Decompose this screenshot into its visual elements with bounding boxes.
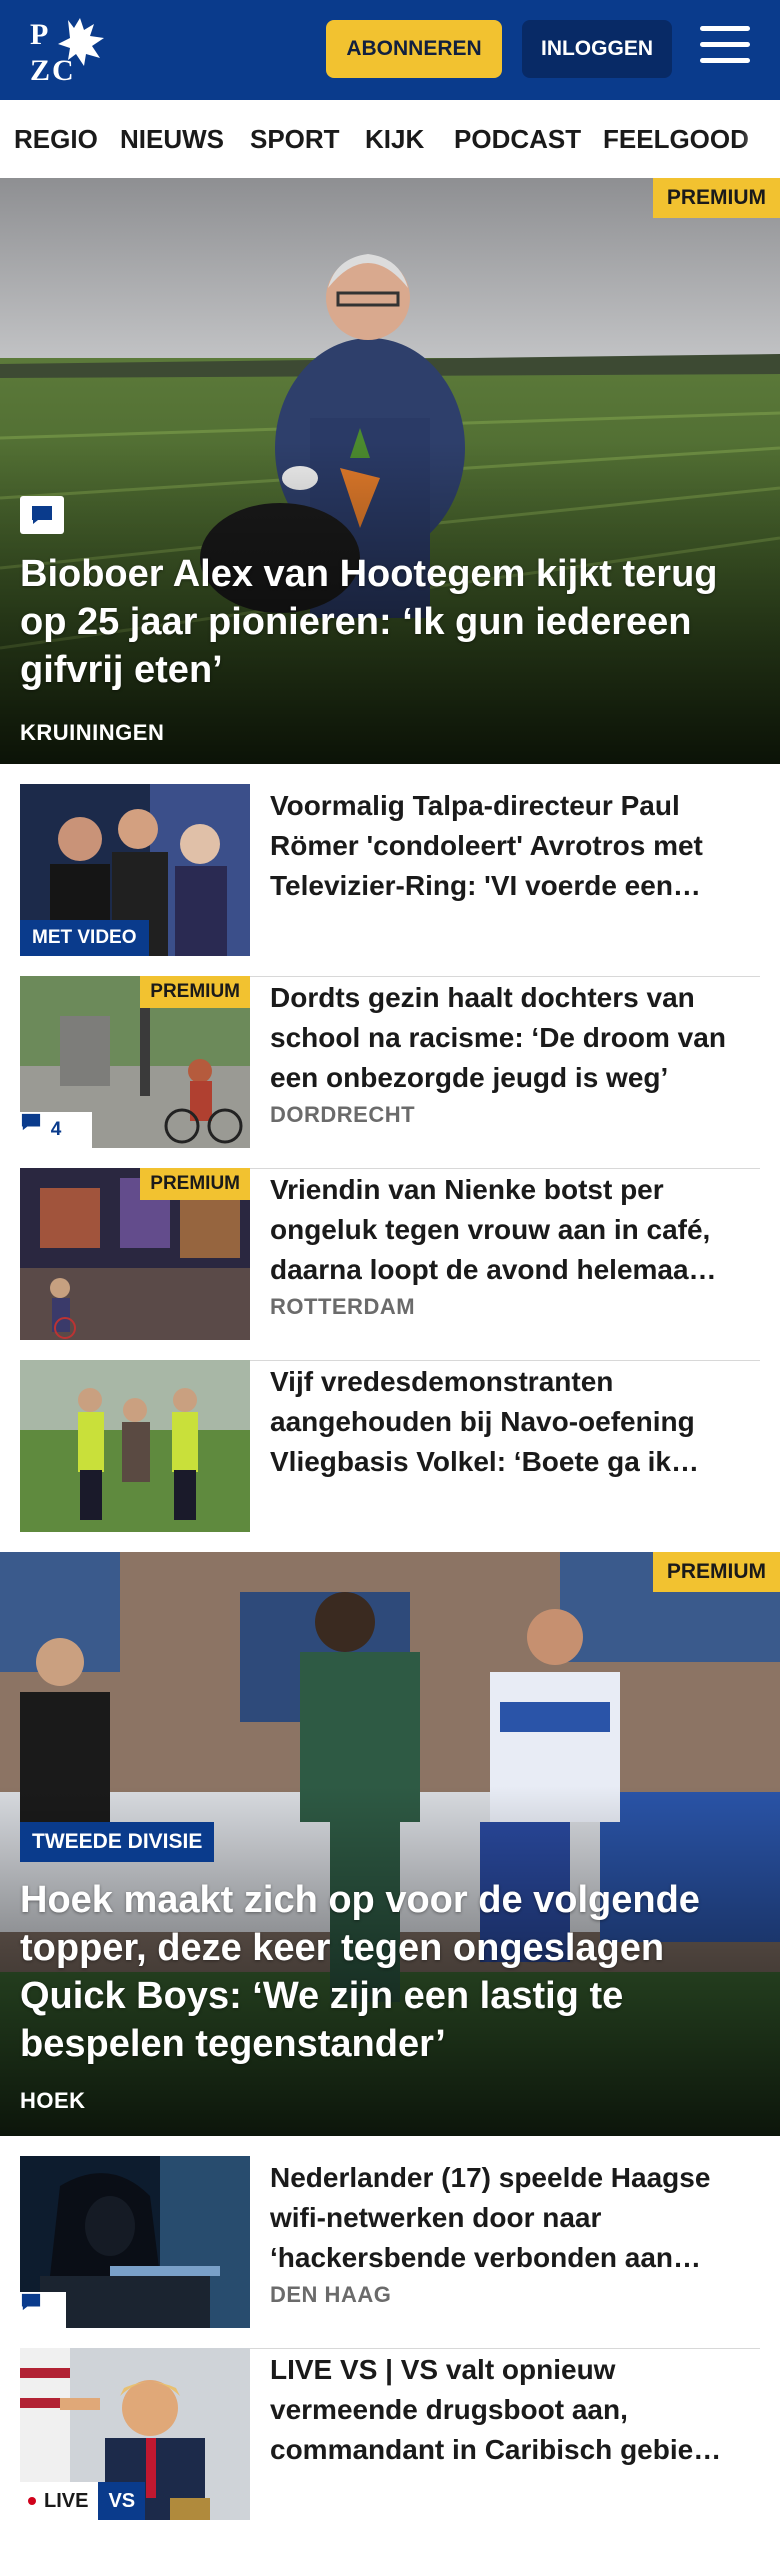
list-item-vriendin-nienke[interactable]: PREMIUM Vriendin van Nienke botst per on…	[20, 1168, 760, 1361]
video-badge: MET VIDEO	[20, 920, 149, 956]
hamburger-menu-icon[interactable]	[700, 26, 750, 72]
live-dot-icon	[28, 2497, 36, 2505]
login-button[interactable]: INLOGGEN	[522, 20, 672, 78]
category-badge[interactable]: TWEEDE DIVISIE	[20, 1822, 215, 1862]
thumbnail: PREMIUM 4	[20, 976, 250, 1148]
article-location: ROTTERDAM	[270, 1294, 416, 1319]
article-location: DORDRECHT	[270, 1102, 416, 1127]
vs-label: VS	[98, 2482, 146, 2520]
thumbnail: MET VIDEO	[20, 784, 250, 956]
nav-item-podcast[interactable]: PODCAST	[454, 124, 581, 155]
thumbnail: PREMIUM	[20, 1168, 250, 1340]
section-nav: REGIO NIEUWS SPORT KIJK PODCAST FEELGOOD	[0, 100, 780, 179]
article-title[interactable]: Nederlander (17) speelde Haagse wifi-net…	[270, 2158, 760, 2278]
hero-title[interactable]: Bioboer Alex van Hootegem kijkt terug op…	[20, 550, 750, 694]
premium-badge: PREMIUM	[652, 1552, 780, 1592]
svg-text:Z: Z	[30, 54, 50, 87]
nav-item-feelgood[interactable]: FEELGOOD	[603, 124, 749, 155]
site-header: P Z C ABONNEREN INLOGGEN	[0, 0, 780, 100]
nav-item-kijk[interactable]: KIJK	[365, 124, 424, 155]
nav-scroll-fade	[740, 100, 780, 178]
comment-icon	[20, 2292, 66, 2328]
comment-icon	[20, 496, 64, 534]
hero-article-bioboer[interactable]: PREMIUM Bioboer Alex van Hootegem kijkt …	[0, 178, 780, 764]
hero-location: HOEK	[20, 2088, 86, 2113]
nav-item-sport[interactable]: SPORT	[250, 124, 340, 155]
premium-badge: PREMIUM	[140, 976, 250, 1008]
article-title[interactable]: Dordts gezin haalt dochters van school n…	[270, 978, 760, 1098]
article-title[interactable]: Vijf vredesdemonstranten aangehouden bij…	[270, 1362, 760, 1482]
nav-item-regio[interactable]: REGIO	[14, 124, 98, 155]
article-title[interactable]: Voormalig Talpa-directeur Paul Römer 'co…	[270, 786, 760, 906]
premium-badge: PREMIUM	[140, 1168, 250, 1200]
comment-count-badge: 4	[20, 1112, 92, 1148]
list-item-dordts-gezin[interactable]: PREMIUM 4 Dordts gezin haalt dochters va…	[20, 976, 760, 1169]
article-location: DEN HAAG	[270, 2282, 392, 2307]
hero-location: KRUININGEN	[20, 720, 165, 745]
subscribe-button[interactable]: ABONNEREN	[326, 20, 502, 78]
hero-article-hoek[interactable]: PREMIUM TWEEDE DIVISIE Hoek maakt zich o…	[0, 1552, 780, 2136]
list-item-romer[interactable]: MET VIDEO Voormalig Talpa-directeur Paul…	[20, 784, 760, 977]
live-label: LIVE	[20, 2482, 99, 2520]
comment-icon	[21, 1113, 41, 1131]
list-item-vredesdemonstranten[interactable]: Vijf vredesdemonstranten aangehouden bij…	[20, 1360, 760, 1553]
comment-count: 4	[50, 1119, 62, 1140]
list-item-hackersbende[interactable]: Nederlander (17) speelde Haagse wifi-net…	[20, 2156, 760, 2349]
svg-text:C: C	[52, 54, 74, 87]
thumbnail: LIVE VS	[20, 2348, 250, 2520]
thumbnail	[20, 1360, 250, 1532]
nav-item-nieuws[interactable]: NIEUWS	[120, 124, 224, 155]
article-title[interactable]: LIVE VS | VS valt opnieuw vermeende drug…	[270, 2350, 760, 2470]
svg-text:P: P	[30, 18, 48, 51]
pzc-logo[interactable]: P Z C	[28, 14, 110, 88]
hero-title[interactable]: Hoek maakt zich op voor de volgende topp…	[20, 1876, 750, 2068]
premium-badge: PREMIUM	[652, 178, 780, 218]
list-item-live-vs[interactable]: LIVE VS LIVE VS | VS valt opnieuw vermee…	[20, 2348, 760, 2540]
thumbnail	[20, 2156, 250, 2328]
live-badge: LIVE VS	[20, 2482, 146, 2520]
article-title[interactable]: Vriendin van Nienke botst per ongeluk te…	[270, 1170, 760, 1290]
